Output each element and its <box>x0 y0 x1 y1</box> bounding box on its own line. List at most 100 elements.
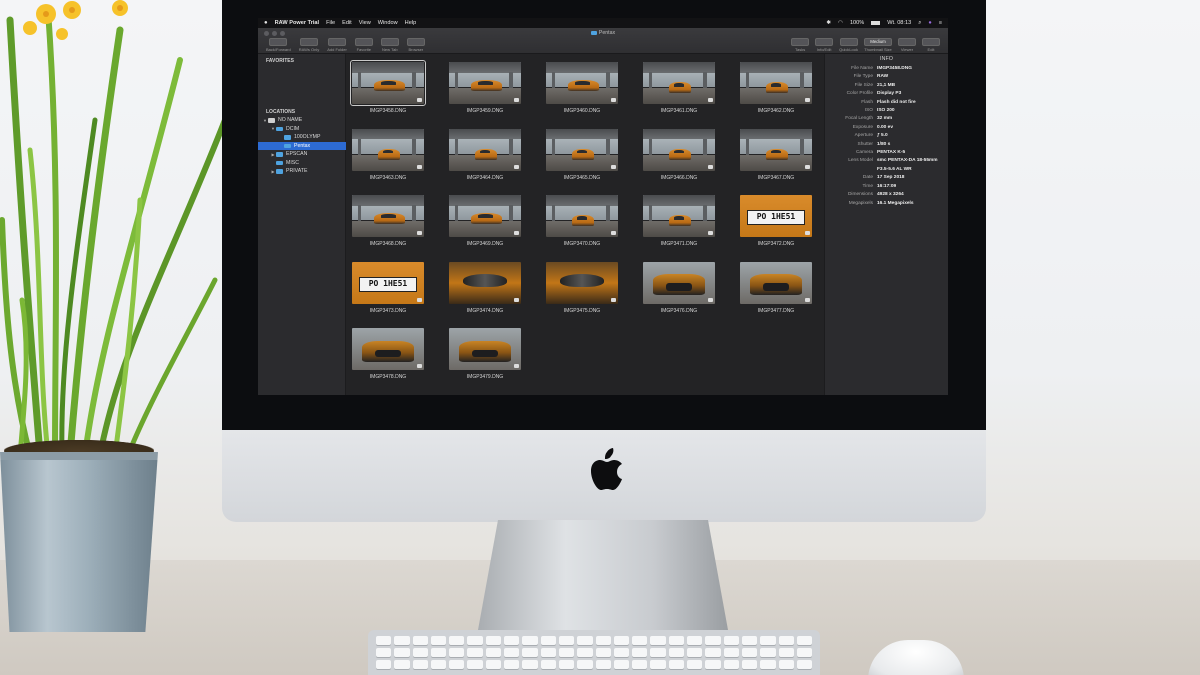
sidebar-item-misc[interactable]: MISC <box>258 159 346 168</box>
thumbnail-cell[interactable]: IMGP3474.DNG <box>447 260 523 320</box>
thumbnail-image <box>449 195 521 237</box>
thumbnail-cell[interactable]: IMGP3461.DNG <box>641 60 717 120</box>
battery-icon[interactable] <box>871 21 881 25</box>
thumbnail-cell[interactable]: IMGP3475.DNG <box>544 260 620 320</box>
thumbnail-cell[interactable]: IMGP3462.DNG <box>738 60 814 120</box>
thumbnail-cell[interactable]: PO 1HE51 IMGP3472.DNG <box>738 193 814 253</box>
spotlight-icon[interactable]: ⌕ <box>918 20 921 27</box>
info-value: IMGP3458.DNG <box>877 66 912 71</box>
sidebar-item-dcim[interactable]: ▼ DCIM <box>258 125 346 134</box>
eye-icon <box>839 38 858 46</box>
browser-button[interactable]: Browser <box>406 38 425 52</box>
thumbnail-size-select[interactable]: Medium Thumbnail Size <box>864 38 892 52</box>
toolbar-label: Add Folder <box>327 47 347 52</box>
toolbar-label: Edit <box>927 47 935 52</box>
back-forward-button[interactable]: Back/Forward <box>266 38 291 52</box>
window-title: Pentax <box>258 30 948 36</box>
car-shape <box>571 215 594 227</box>
thumbnail-image <box>546 195 618 237</box>
favorite-icon <box>354 38 373 46</box>
menu-edit[interactable]: Edit <box>342 20 352 26</box>
thumbnail-cell[interactable]: IMGP3477.DNG <box>738 260 814 320</box>
menu-view[interactable]: View <box>359 20 371 26</box>
thumbnail-cell[interactable]: IMGP3466.DNG <box>641 127 717 187</box>
thumbnail-filename: IMGP3462.DNG <box>757 108 795 114</box>
car-shape <box>373 213 406 225</box>
menu-help[interactable]: Help <box>405 20 417 26</box>
wifi-icon[interactable]: ◠ <box>838 20 843 26</box>
folder-icon <box>276 169 283 174</box>
info-value: 21,1 MB <box>877 82 896 88</box>
thumbnail-cell[interactable]: IMGP3458.DNG <box>350 60 426 120</box>
sidebar-item-private[interactable]: ▶ PRIVATE <box>258 167 346 176</box>
car-shape <box>377 148 400 160</box>
toolbar-left: Back/Forward RAWs Only Add Folder Favori… <box>266 38 425 52</box>
raw-badge-icon <box>417 364 422 368</box>
info-edit-button[interactable]: Info/Edit <box>815 38 834 52</box>
viewer-button[interactable]: Viewer <box>898 38 916 52</box>
thumbnail-cell[interactable]: IMGP3469.DNG <box>447 193 523 253</box>
thumbnail-filename: IMGP3473.DNG <box>369 307 407 314</box>
thumbnail-cell[interactable]: IMGP3468.DNG <box>350 193 426 253</box>
thumbnail-image <box>643 128 715 171</box>
menu-file[interactable]: File <box>326 20 335 26</box>
add-folder-button[interactable]: Add Folder <box>327 38 347 52</box>
thumbnail-image <box>643 62 715 104</box>
license-plate: PO 1HE51 <box>747 210 805 226</box>
thumbnail-filename: IMGP3466.DNG <box>660 174 698 181</box>
app-menu[interactable]: RAW Power Trial <box>275 20 319 26</box>
thumbnail-cell[interactable]: IMGP3464.DNG <box>447 127 523 187</box>
thumbnail-cell[interactable]: IMGP3463.DNG <box>350 127 426 187</box>
favorite-button[interactable]: Favorite <box>354 38 373 52</box>
toolbar-label: Browser <box>408 47 424 52</box>
thumbnail-filename: IMGP3477.DNG <box>757 307 795 314</box>
car-shape <box>470 80 503 92</box>
notification-center-icon[interactable]: ≡ <box>939 20 942 26</box>
info-value: 32 mm <box>877 116 893 122</box>
thumbnail-cell[interactable]: IMGP3467.DNG <box>738 127 814 187</box>
sidebar-item-pentax[interactable]: Pentax <box>258 141 346 150</box>
raws-only-button[interactable]: RAWs Only <box>299 38 319 52</box>
info-key: Shutter <box>857 141 873 147</box>
car-shape <box>567 80 600 92</box>
info-row: Camera PENTAX K-5 <box>825 149 948 157</box>
toolbar-label: Viewer <box>900 47 914 52</box>
thumbnail-cell[interactable]: IMGP3459.DNG <box>447 60 523 120</box>
thumbnail-cell[interactable]: IMGP3465.DNG <box>544 127 620 187</box>
tasks-button[interactable]: Tasks <box>791 38 810 52</box>
raw-badge-icon <box>611 297 616 302</box>
info-key: Color Profile <box>846 91 873 97</box>
bluetooth-icon[interactable]: ✱ <box>826 20 831 26</box>
info-row: Time 16:17:09 <box>825 183 948 191</box>
thumbnail-cell[interactable]: IMGP3478.DNG <box>350 326 426 386</box>
sidebar-item-no-name[interactable]: ▼ NO NAME <box>258 116 346 125</box>
thumbnail-filename: IMGP3472.DNG <box>757 241 795 247</box>
thumbnail-image <box>546 128 618 171</box>
thumbnail-cell[interactable]: IMGP3476.DNG <box>641 260 717 320</box>
thumbnail-cell[interactable]: IMGP3470.DNG <box>544 193 620 253</box>
info-key: Megapixels <box>848 200 873 206</box>
car-grill-shape <box>375 349 401 358</box>
menu-window[interactable]: Window <box>378 20 398 26</box>
edit-button[interactable]: Edit <box>922 38 940 52</box>
raw-badge-icon <box>611 231 616 235</box>
menubar-clock[interactable]: Wt. 08:13 <box>887 20 911 26</box>
new-tab-button[interactable]: New Tab <box>380 38 399 52</box>
quicklook-button[interactable]: QuickLook <box>839 38 858 52</box>
info-value: PENTAX K-5 <box>877 150 906 156</box>
folder-icon <box>590 30 597 35</box>
battery-percent[interactable]: 100% <box>850 20 864 26</box>
thumbnail-cell[interactable]: PO 1HE51 IMGP3473.DNG <box>350 260 426 320</box>
sidebar-item-100olymp[interactable]: 100OLYMP <box>258 133 346 142</box>
siri-icon[interactable]: ● <box>928 20 931 26</box>
info-value: Display P3 <box>877 91 902 97</box>
thumbnail-cell[interactable]: IMGP3460.DNG <box>544 60 620 120</box>
apple-menu-icon[interactable]: ● <box>264 20 268 26</box>
thumbnail-cell[interactable]: IMGP3479.DNG <box>447 326 523 386</box>
info-key: Time <box>862 183 873 189</box>
sidebar-item-epscan[interactable]: ▶ EPSCAN <box>258 150 346 159</box>
raw-badge-icon <box>514 98 519 102</box>
info-key: Focal Length <box>845 116 873 122</box>
thumbnail-image <box>449 128 521 171</box>
thumbnail-cell[interactable]: IMGP3471.DNG <box>641 193 717 253</box>
